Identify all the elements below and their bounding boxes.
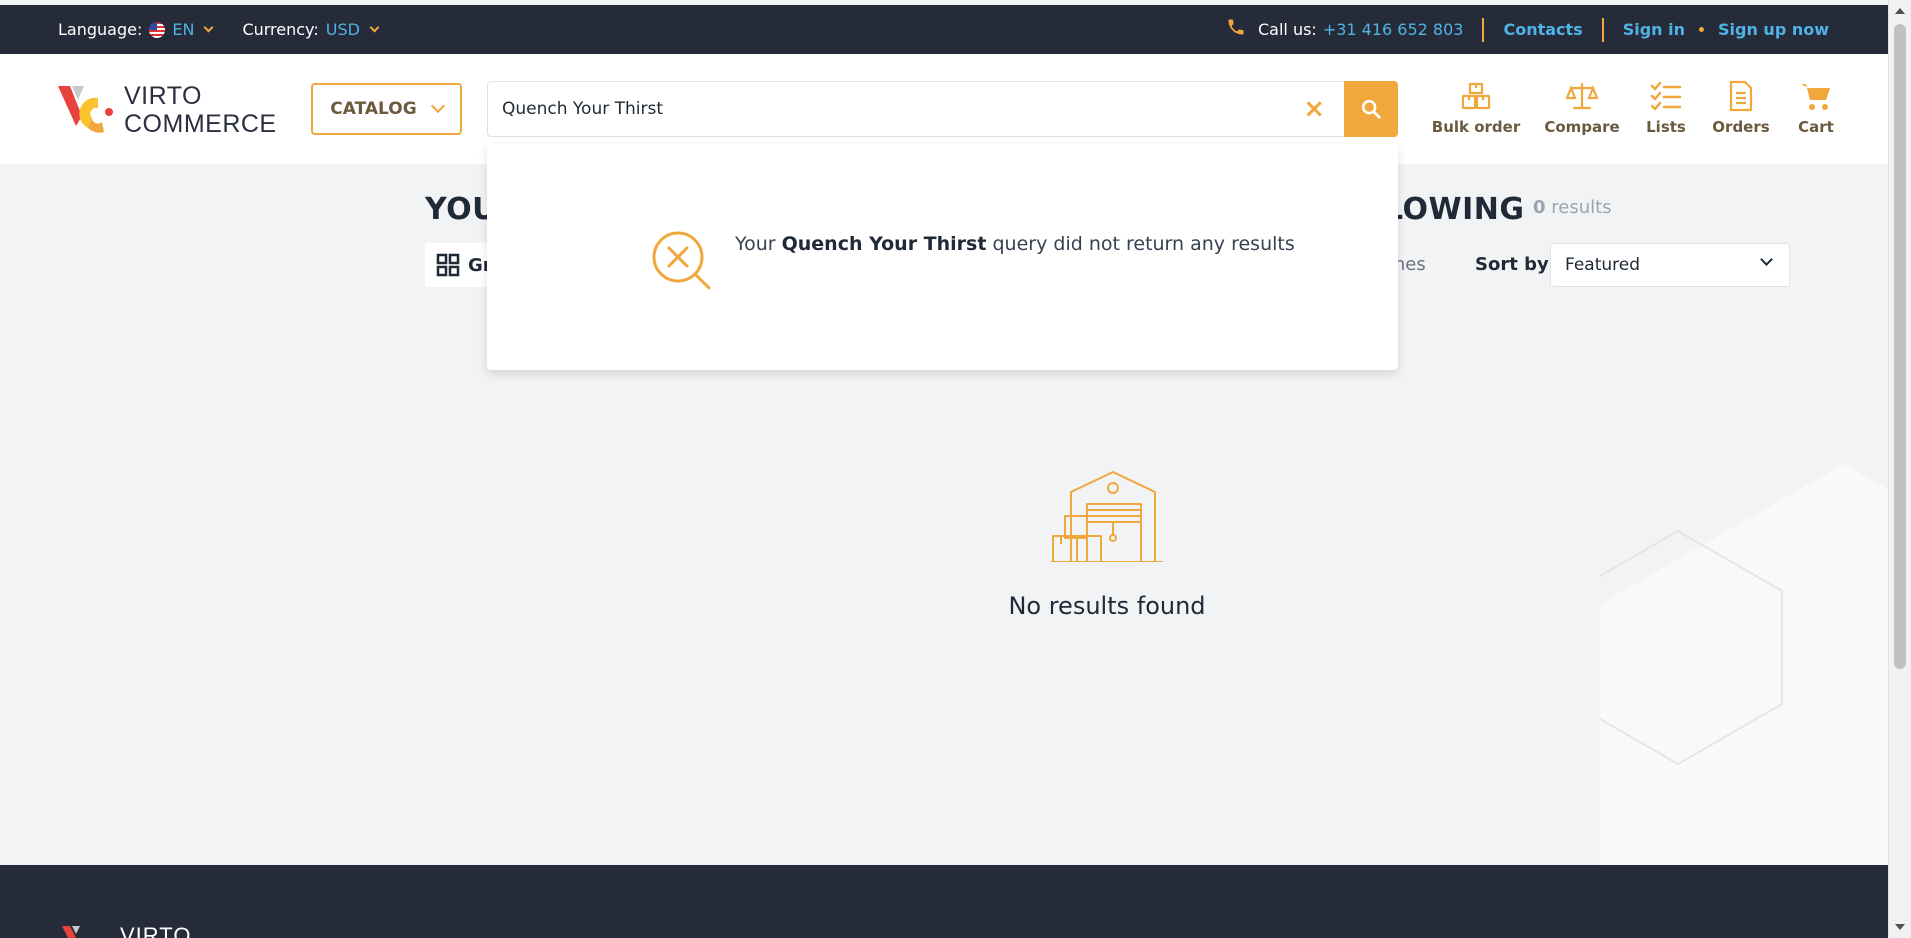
no-results-message: Your Quench Your Thirst query did not re… xyxy=(735,233,1295,255)
sign-up-link[interactable]: Sign up now xyxy=(1718,20,1829,39)
compare-label: Compare xyxy=(1544,118,1620,136)
scroll-down-arrow-icon[interactable] xyxy=(1895,924,1905,930)
orders-button[interactable]: Orders xyxy=(1700,78,1782,136)
us-flag-icon xyxy=(149,21,166,38)
sort-value: Featured xyxy=(1565,255,1641,275)
background-hexagon-decoration xyxy=(1573,464,1888,865)
logo-line-2: COMMERCE xyxy=(124,110,277,138)
results-number: 0 xyxy=(1533,197,1546,218)
grid-icon xyxy=(436,253,460,277)
message-prefix: Your xyxy=(735,233,776,255)
call-label: Call us: xyxy=(1258,20,1317,39)
scales-icon xyxy=(1532,78,1632,114)
document-icon xyxy=(1700,78,1782,114)
phone-link[interactable]: +31 416 652 803 xyxy=(1323,20,1464,39)
orders-label: Orders xyxy=(1712,118,1770,136)
language-value[interactable]: EN xyxy=(172,20,194,39)
logo-mark-icon xyxy=(58,82,114,138)
chevron-down-icon xyxy=(1760,253,1773,266)
compare-button[interactable]: Compare xyxy=(1532,78,1632,136)
logo-text: VIRTO COMMERCE xyxy=(124,82,277,138)
checklist-icon xyxy=(1632,78,1700,114)
sign-in-link[interactable]: Sign in xyxy=(1623,20,1685,39)
locale-settings: Language: EN Currency: USD xyxy=(58,5,380,54)
search-suggestions-dropdown: Your Quench Your Thirst query did not re… xyxy=(487,144,1398,370)
results-word: results xyxy=(1551,197,1612,218)
grid-view-toggle[interactable]: Gr xyxy=(425,243,495,287)
dot-divider xyxy=(1699,27,1704,32)
search-icon xyxy=(1361,99,1381,119)
warehouse-icon xyxy=(1051,471,1163,563)
search-button[interactable] xyxy=(1344,81,1398,137)
cart-label: Cart xyxy=(1798,118,1834,136)
page-scrollbar[interactable] xyxy=(1888,0,1911,938)
page-title-end: LOWING xyxy=(1384,192,1525,227)
cart-button[interactable]: Cart xyxy=(1782,78,1850,136)
cart-icon xyxy=(1782,78,1850,114)
contacts-link[interactable]: Contacts xyxy=(1503,20,1582,39)
scroll-up-arrow-icon[interactable] xyxy=(1895,8,1905,14)
lists-button[interactable]: Lists xyxy=(1632,78,1700,136)
virto-commerce-logo[interactable]: VIRTO COMMERCE xyxy=(58,82,277,138)
chevron-down-icon xyxy=(203,22,214,33)
search-input[interactable] xyxy=(502,82,1302,136)
top-links: Call us: +31 416 652 803 Contacts Sign i… xyxy=(1226,5,1829,54)
divider xyxy=(1482,17,1485,42)
message-suffix: query did not return any results xyxy=(992,233,1295,255)
boxes-icon xyxy=(1420,78,1532,114)
results-count: 0 results xyxy=(1533,197,1612,218)
catalog-label: CATALOG xyxy=(330,99,417,119)
currency-value[interactable]: USD xyxy=(326,20,360,39)
currency-label: Currency: xyxy=(242,20,319,39)
bulk-order-label: Bulk order xyxy=(1431,118,1521,136)
clear-search-icon[interactable]: × xyxy=(1303,96,1325,122)
divider xyxy=(1601,17,1604,42)
no-results-text: No results found xyxy=(1008,592,1206,620)
scrollbar-thumb[interactable] xyxy=(1894,24,1906,669)
lists-label: Lists xyxy=(1646,118,1686,136)
search-box: × xyxy=(487,81,1398,137)
search-no-results-icon xyxy=(649,228,713,296)
sort-by-label: Sort by: xyxy=(1475,254,1556,275)
chevron-down-icon xyxy=(369,22,380,33)
catalog-button[interactable]: CATALOG xyxy=(311,83,462,135)
sort-select[interactable]: Featured xyxy=(1550,243,1790,287)
language-label: Language: xyxy=(58,20,143,39)
chevron-down-icon xyxy=(430,98,445,114)
footer-logo-text[interactable]: VIRTO xyxy=(120,923,191,938)
footer-logo-mark-icon xyxy=(62,926,92,938)
message-query: Quench Your Thirst xyxy=(781,233,987,255)
empty-state: No results found xyxy=(1005,470,1209,620)
header-actions: Bulk order Compare Lists Orders Cart xyxy=(1420,78,1850,136)
top-bar: Language: EN Currency: USD Call us: +31 … xyxy=(0,5,1888,54)
currency-switcher[interactable]: Currency: USD xyxy=(242,20,380,39)
phone-icon xyxy=(1226,17,1246,42)
site-footer: VIRTO xyxy=(0,865,1888,938)
logo-line-1: VIRTO xyxy=(124,82,202,110)
language-switcher[interactable]: Language: EN xyxy=(58,20,214,39)
bulk-order-button[interactable]: Bulk order xyxy=(1420,78,1532,136)
